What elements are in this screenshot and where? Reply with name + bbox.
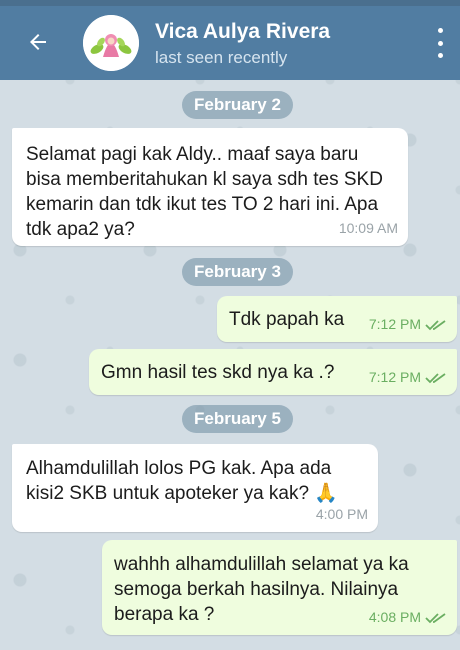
double-check-icon (425, 319, 446, 330)
message-time: 7:12 PM (368, 316, 421, 332)
date-separator: February 5 (182, 405, 293, 433)
chat-status: last seen recently (155, 48, 288, 67)
more-menu-button[interactable] (428, 28, 452, 58)
message-bubble-outgoing[interactable]: Tdk papah ka 7:12 PM (217, 296, 457, 342)
arrow-left-icon (30, 34, 46, 50)
message-bubble-outgoing[interactable]: Gmn hasil tes skd nya ka .? 7:12 PM (89, 349, 457, 395)
message-meta: 4:00 PM (316, 502, 368, 527)
message-time: 4:08 PM (368, 609, 421, 625)
chat-title[interactable]: Vica Aulya Rivera (155, 20, 330, 44)
double-check-icon (425, 372, 446, 383)
message-bubble-outgoing[interactable]: wahhh alhamdulillah selamat ya ka semoga… (102, 540, 457, 635)
back-button[interactable] (18, 22, 58, 62)
more-vertical-icon (437, 28, 443, 33)
message-meta: 7:12 PM (369, 365, 447, 390)
avatar[interactable] (83, 15, 139, 71)
message-text: Alhamdulillah lolos PG kak. Apa ada kisi… (26, 458, 338, 504)
date-separator: February 3 (182, 258, 293, 286)
message-bubble-incoming[interactable]: Alhamdulillah lolos PG kak. Apa ada kisi… (12, 444, 378, 532)
message-meta: 7:12 PM (369, 312, 447, 337)
message-time: 4:00 PM (315, 506, 368, 522)
double-check-icon (425, 612, 446, 623)
message-meta: 10:09 AM (339, 216, 398, 241)
message-bubble-incoming[interactable]: Selamat pagi kak Aldy.. maaf saya baru b… (12, 128, 408, 246)
message-time: 10:09 AM (338, 220, 398, 236)
message-time: 7:12 PM (368, 369, 421, 385)
chat-header: Vica Aulya Rivera last seen recently (0, 0, 460, 80)
avatar-illustration (83, 15, 139, 71)
date-separator: February 2 (182, 91, 293, 119)
message-meta: 4:08 PM (369, 605, 447, 630)
